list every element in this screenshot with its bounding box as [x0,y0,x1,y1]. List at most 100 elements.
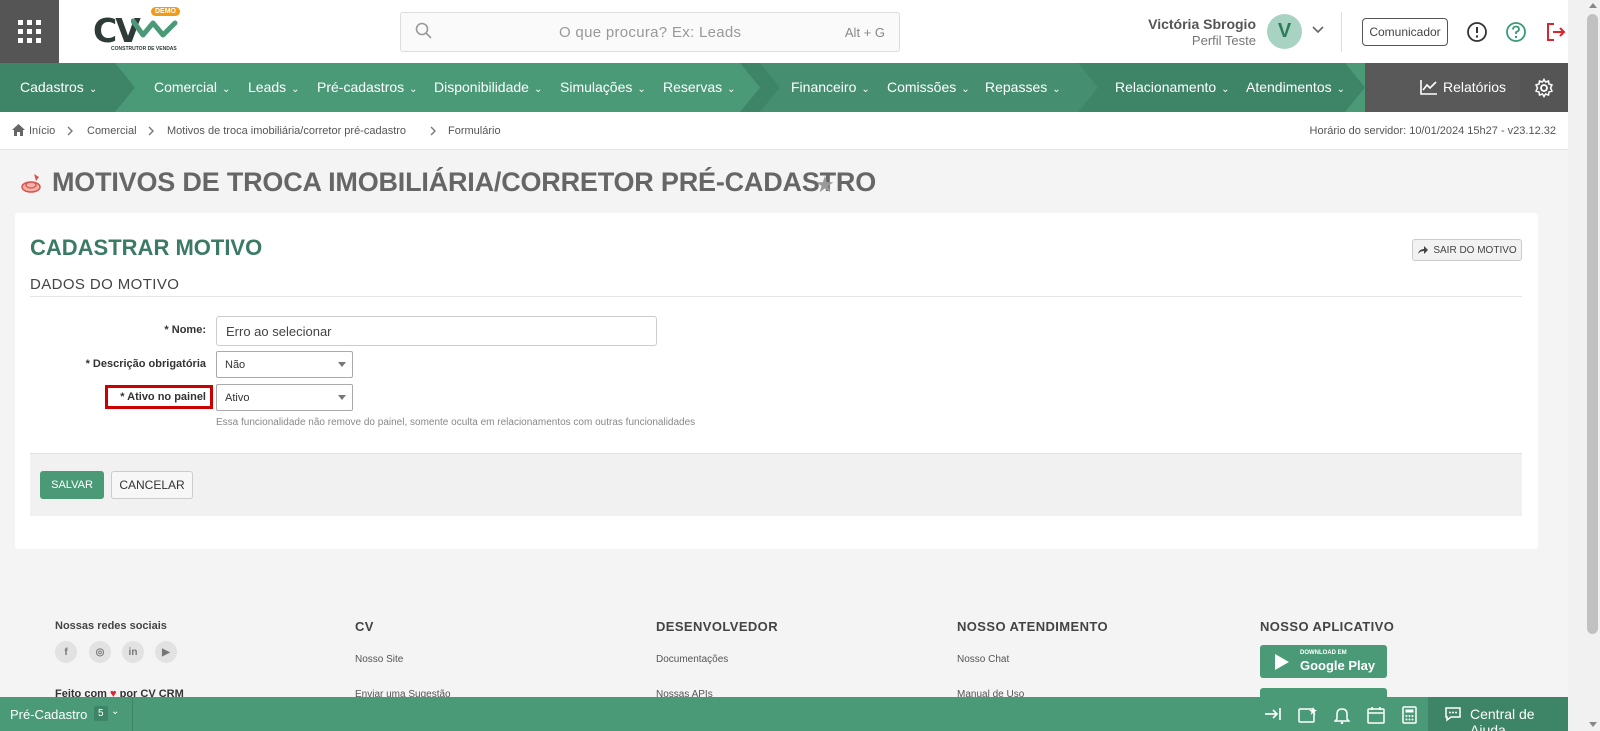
chevron-right-icon [430,126,436,136]
chevron-down-icon [338,395,346,400]
nav-item-pre-cadastros[interactable]: Pré-cadastros ⌄ [317,79,418,95]
search-icon [415,22,432,39]
app-grid-button[interactable] [0,0,59,63]
search-placeholder: O que procura? Ex: Leads [559,24,742,41]
nome-input[interactable]: Erro ao selecionar [216,316,657,346]
footer-link-documentacoes[interactable]: Documentações [656,654,728,665]
breadcrumb-motivos[interactable]: Motivos de troca imobiliária/corretor pr… [167,125,406,137]
central-de-ajuda-button[interactable]: Central de Ajuda [1428,697,1568,731]
chevron-right-icon [67,126,73,136]
chat-bubble-icon [1445,707,1461,722]
linkedin-icon[interactable]: in [122,641,144,663]
settings-button[interactable] [1520,63,1568,112]
nav-item-relatorios[interactable]: Relatórios [1365,63,1520,112]
youtube-icon[interactable]: ▶ [155,641,177,663]
exit-motivo-button[interactable]: SAIR DO MOTIVO [1412,239,1522,261]
footer-col-dev-title: DESENVOLVEDOR [656,619,778,634]
bottom-bar: Pré-Cadastro 5 ⌄ Central de Ajuda [0,697,1568,731]
collapse-right-icon[interactable] [1264,706,1282,722]
gplay-small: DOWNLOAD EM [1300,650,1347,656]
breadcrumb-inicio[interactable]: Início [29,125,55,137]
scroll-up-icon[interactable] [1589,3,1597,8]
nav-item-disponibilidade[interactable]: Disponibilidade ⌄ [434,79,542,95]
breadcrumb: Início Comercial Motivos de troca imobil… [0,112,1568,150]
module-label: Pré-Cadastro [10,707,88,722]
facebook-icon[interactable]: f [55,641,77,663]
scroll-down-icon[interactable] [1589,722,1597,727]
nav-item-repasses[interactable]: Repasses ⌄ [985,79,1061,95]
page-module-icon [21,174,41,193]
logo-subtitle: CONSTRUTOR DE VENDAS [111,45,177,52]
server-time: Horário do servidor: 10/01/2024 15h27 - … [1309,125,1556,137]
save-button[interactable]: SALVAR [40,471,104,499]
ativo-no-painel-label: * Ativo no painel [120,391,206,403]
info-icon[interactable] [1466,21,1488,43]
module-selector[interactable]: Pré-Cadastro 5 ⌄ [0,697,133,731]
nav-item-comissoes[interactable]: Comissões ⌄ [887,79,970,95]
calculator-icon[interactable] [1402,706,1417,724]
exit-motivo-label: SAIR DO MOTIVO [1433,244,1517,256]
form-heading: CADASTRAR MOTIVO [30,235,263,260]
form-actions: SALVAR CANCELAR [30,453,1522,516]
footer-col-atendimento-title: NOSSO ATENDIMENTO [957,619,1109,634]
bell-icon[interactable] [1334,706,1350,724]
avatar[interactable]: V [1267,14,1302,49]
chevron-down-icon [338,362,346,367]
footer-link-nosso-site[interactable]: Nosso Site [355,654,403,665]
user-profile: Perfil Teste [1191,33,1256,48]
footer-col-app-title: NOSSO APLICATIVO [1260,619,1395,634]
cancel-button[interactable]: CANCELAR [111,471,193,499]
chevron-down-icon[interactable] [1312,26,1324,34]
home-icon [12,124,25,136]
search-shortcut: Alt + G [844,25,885,40]
module-count: 5 [94,706,108,721]
divider [1341,12,1342,52]
search-input[interactable]: O que procura? Ex: Leads Alt + G [400,12,900,52]
gear-icon [1534,78,1554,98]
social-title: Nossas redes sociais [55,620,167,632]
ativo-hint: Essa funcionalidade não remove do painel… [216,417,696,428]
nav-item-comercial[interactable]: Comercial ⌄ [154,79,230,95]
logo[interactable]: CV DEMO CONSTRUTOR DE VENDAS [93,6,189,55]
breadcrumb-comercial[interactable]: Comercial [87,125,137,137]
scrollbar-thumb[interactable] [1587,14,1598,634]
descricao-obrigatoria-label: * Descrição obrigatória [85,358,206,370]
main-nav: Cadastros ⌄ Comercial ⌄ Leads ⌄ Pré-cadastr… [0,63,1568,112]
nav-item-reservas[interactable]: Reservas ⌄ [663,79,736,95]
share-arrow-icon [1418,246,1429,254]
nav-item-cadastros[interactable]: Cadastros ⌄ [20,79,97,95]
scrollbar[interactable] [1568,0,1600,731]
top-header: CV DEMO CONSTRUTOR DE VENDAS O que procu… [0,0,1568,63]
user-info[interactable]: Victória Sbrogio Perfil Teste [1130,16,1256,48]
nav-item-simulacoes[interactable]: Simulações ⌄ [560,79,646,95]
play-store-icon [1275,654,1289,670]
user-name: Victória Sbrogio [1148,16,1256,32]
nav-item-atendimentos[interactable]: Atendimentos ⌄ [1246,79,1345,95]
google-play-button[interactable]: DOWNLOAD EM Google Play [1260,645,1387,678]
instagram-icon[interactable]: ◎ [89,641,111,663]
form-card: CADASTRAR MOTIVO SAIR DO MOTIVO DADOS DO… [15,213,1538,549]
footer-col-cv-title: CV [355,619,374,634]
nav-item-relacionamento[interactable]: Relacionamento ⌄ [1115,79,1230,95]
central-de-ajuda-label: Central de Ajuda [1470,706,1535,731]
help-icon[interactable] [1505,21,1527,43]
ativo-value: Ativo [225,392,250,404]
logo-wave-icon [131,18,178,37]
logout-icon[interactable] [1545,21,1567,43]
nav-item-leads[interactable]: Leads ⌄ [248,79,300,95]
ativo-no-painel-select[interactable]: Ativo [216,384,353,411]
comunicador-button[interactable]: Comunicador [1362,18,1448,46]
page-title: MOTIVOS DE TROCA IMOBILIÁRIA/CORRETOR PR… [52,167,877,197]
chevron-down-icon: ⌄ [111,706,120,717]
nav-item-financeiro[interactable]: Financeiro ⌄ [791,79,870,95]
logo-badge: DEMO [151,6,180,16]
descricao-obrigatoria-select[interactable]: Não [216,351,353,378]
descricao-value: Não [225,359,246,371]
calendar-star-icon[interactable] [1298,706,1318,724]
chevron-right-icon [148,126,154,136]
favorite-star-icon[interactable]: ★ [815,172,835,198]
chart-icon [1420,80,1437,95]
footer-link-chat[interactable]: Nosso Chat [957,654,1009,665]
breadcrumb-formulario: Formulário [448,125,501,137]
calendar-icon[interactable] [1367,706,1385,724]
